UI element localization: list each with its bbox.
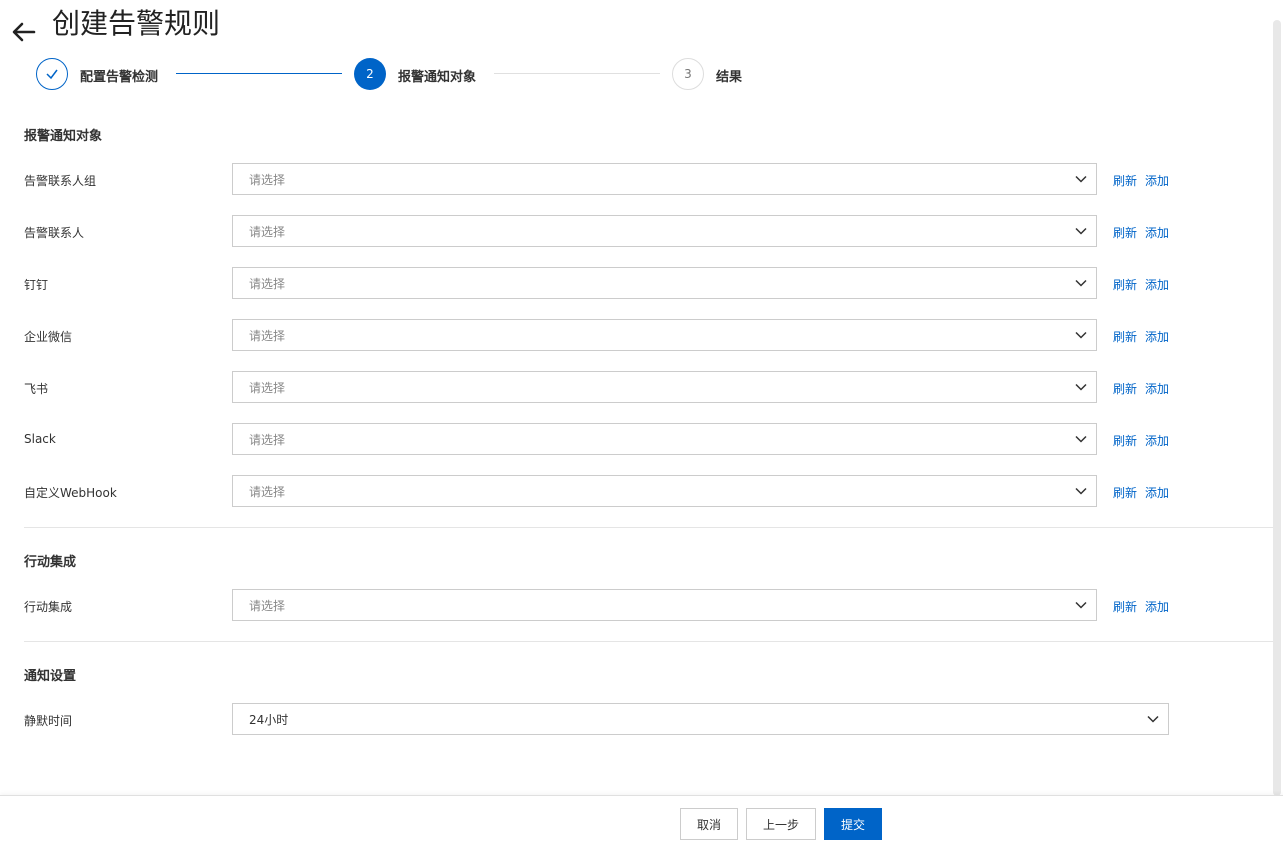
select-placeholder: 请选择 bbox=[249, 172, 286, 187]
step-connector-1 bbox=[176, 73, 342, 74]
back-arrow-icon[interactable] bbox=[10, 18, 38, 46]
section-divider bbox=[24, 527, 1273, 528]
feishu-label: 飞书 bbox=[24, 382, 49, 396]
row-actions: 刷新 添加 bbox=[1113, 484, 1177, 501]
scrollbar[interactable] bbox=[1273, 20, 1281, 796]
submit-button[interactable]: 提交 bbox=[824, 808, 882, 840]
action-integration-select[interactable]: 请选择 bbox=[232, 589, 1097, 621]
select-placeholder: 请选择 bbox=[249, 380, 286, 395]
add-link[interactable]: 添加 bbox=[1145, 330, 1169, 344]
row-actions: 刷新 添加 bbox=[1113, 432, 1177, 449]
step-2-circle: 2 bbox=[354, 58, 386, 90]
step-indicator: 配置告警检测 2 报警通知对象 3 结果 bbox=[36, 58, 756, 92]
slack-select[interactable]: 请选择 bbox=[232, 423, 1097, 455]
refresh-link[interactable]: 刷新 bbox=[1113, 434, 1137, 448]
refresh-link[interactable]: 刷新 bbox=[1113, 486, 1137, 500]
add-link[interactable]: 添加 bbox=[1145, 600, 1169, 614]
refresh-link[interactable]: 刷新 bbox=[1113, 330, 1137, 344]
step-1-label: 配置告警检测 bbox=[80, 70, 159, 85]
select-placeholder: 请选择 bbox=[249, 224, 286, 239]
step-2-number: 2 bbox=[366, 67, 374, 81]
refresh-link[interactable]: 刷新 bbox=[1113, 226, 1137, 240]
row-actions: 刷新 添加 bbox=[1113, 598, 1177, 615]
select-placeholder: 请选择 bbox=[249, 432, 286, 447]
wecom-select[interactable]: 请选择 bbox=[232, 319, 1097, 351]
feishu-select[interactable]: 请选择 bbox=[232, 371, 1097, 403]
dingtalk-label: 钉钉 bbox=[24, 278, 49, 292]
contact-label: 告警联系人 bbox=[24, 226, 85, 240]
step-1-circle bbox=[36, 58, 68, 90]
add-link[interactable]: 添加 bbox=[1145, 174, 1169, 188]
chevron-down-icon bbox=[1075, 331, 1087, 339]
refresh-link[interactable]: 刷新 bbox=[1113, 600, 1137, 614]
add-link[interactable]: 添加 bbox=[1145, 434, 1169, 448]
chevron-down-icon bbox=[1075, 601, 1087, 609]
row-actions: 刷新 添加 bbox=[1113, 172, 1177, 189]
silence-time-select[interactable]: 24小时 bbox=[232, 703, 1169, 735]
chevron-down-icon bbox=[1075, 487, 1087, 495]
contact-group-select[interactable]: 请选择 bbox=[232, 163, 1097, 195]
webhook-label: 自定义WebHook bbox=[24, 486, 117, 500]
page-title: 创建告警规则 bbox=[52, 7, 221, 40]
contact-select[interactable]: 请选择 bbox=[232, 215, 1097, 247]
refresh-link[interactable]: 刷新 bbox=[1113, 278, 1137, 292]
select-placeholder: 请选择 bbox=[249, 276, 286, 291]
add-link[interactable]: 添加 bbox=[1145, 382, 1169, 396]
contact-group-label: 告警联系人组 bbox=[24, 174, 97, 188]
silence-time-label: 静默时间 bbox=[24, 714, 73, 728]
cancel-button[interactable]: 取消 bbox=[680, 808, 738, 840]
add-link[interactable]: 添加 bbox=[1145, 486, 1169, 500]
refresh-link[interactable]: 刷新 bbox=[1113, 382, 1137, 396]
previous-step-button[interactable]: 上一步 bbox=[746, 808, 816, 840]
select-placeholder: 请选择 bbox=[249, 328, 286, 343]
chevron-down-icon bbox=[1075, 435, 1087, 443]
chevron-down-icon bbox=[1075, 227, 1087, 235]
silence-time-value: 24小时 bbox=[249, 712, 289, 727]
action-integration-label: 行动集成 bbox=[24, 600, 73, 614]
chevron-down-icon bbox=[1147, 715, 1159, 723]
refresh-link[interactable]: 刷新 bbox=[1113, 174, 1137, 188]
row-actions: 刷新 添加 bbox=[1113, 380, 1177, 397]
wecom-label: 企业微信 bbox=[24, 330, 73, 344]
step-3-label: 结果 bbox=[716, 70, 743, 85]
step-connector-2 bbox=[494, 73, 660, 74]
step-2-label: 报警通知对象 bbox=[398, 70, 477, 85]
dingtalk-select[interactable]: 请选择 bbox=[232, 267, 1097, 299]
footer-bar: 取消 上一步 提交 bbox=[0, 795, 1283, 846]
section-title-notify: 报警通知对象 bbox=[24, 129, 103, 144]
webhook-select[interactable]: 请选择 bbox=[232, 475, 1097, 507]
chevron-down-icon bbox=[1075, 175, 1087, 183]
step-3-number: 3 bbox=[684, 67, 692, 81]
section-divider bbox=[24, 641, 1273, 642]
chevron-down-icon bbox=[1075, 279, 1087, 287]
row-actions: 刷新 添加 bbox=[1113, 224, 1177, 241]
check-icon bbox=[46, 69, 58, 80]
select-placeholder: 请选择 bbox=[249, 484, 286, 499]
row-actions: 刷新 添加 bbox=[1113, 276, 1177, 293]
add-link[interactable]: 添加 bbox=[1145, 226, 1169, 240]
chevron-down-icon bbox=[1075, 383, 1087, 391]
section-title-action: 行动集成 bbox=[24, 555, 77, 570]
select-placeholder: 请选择 bbox=[249, 598, 286, 613]
step-3-circle: 3 bbox=[672, 58, 704, 90]
slack-label: Slack bbox=[24, 432, 56, 446]
row-actions: 刷新 添加 bbox=[1113, 328, 1177, 345]
section-title-settings: 通知设置 bbox=[24, 669, 77, 684]
add-link[interactable]: 添加 bbox=[1145, 278, 1169, 292]
